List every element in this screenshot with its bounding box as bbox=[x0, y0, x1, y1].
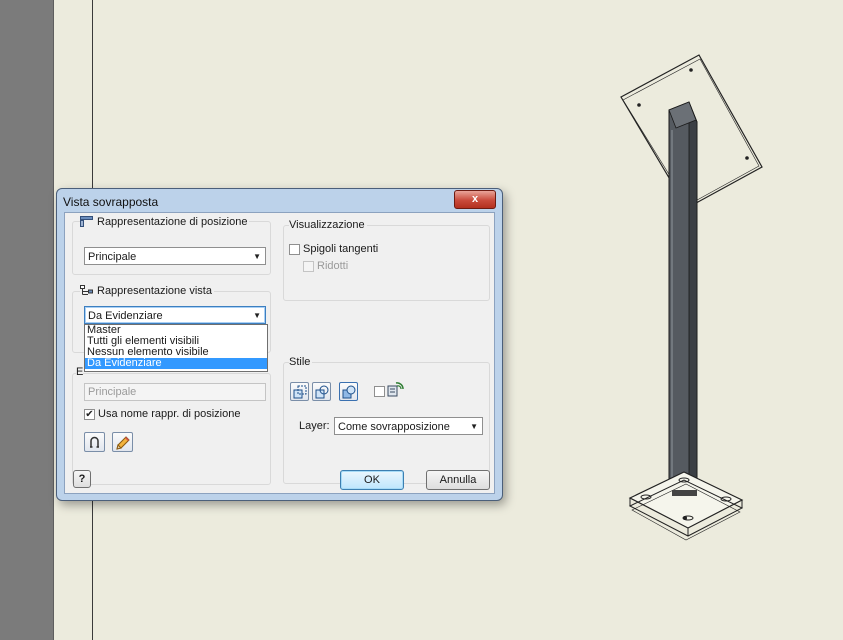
dialog-titlebar[interactable]: Vista sovrapposta x bbox=[57, 189, 502, 213]
style-hidden-removed-button[interactable] bbox=[312, 382, 331, 401]
tangent-edges-label: Spigoli tangenti bbox=[303, 243, 379, 255]
chevron-down-icon: ▼ bbox=[253, 311, 261, 320]
hidden-lines-icon bbox=[293, 385, 307, 399]
overlay-view-dialog: Vista sovrapposta x Rappresentazione di … bbox=[56, 188, 503, 501]
display-group bbox=[283, 225, 490, 301]
shaded-icon bbox=[342, 385, 356, 399]
position-rep-select[interactable]: Principale ▼ bbox=[84, 247, 266, 265]
view-rep-label: Rappresentazione vista bbox=[80, 285, 214, 297]
layer-select[interactable]: Come sovrapposizione ▼ bbox=[334, 417, 483, 435]
use-name-label: Usa nome rappr. di posizione bbox=[98, 408, 241, 420]
style-group-label: Stile bbox=[289, 356, 313, 368]
help-button[interactable]: ? bbox=[73, 470, 91, 488]
layer-value: Come sovrapposizione bbox=[338, 421, 450, 433]
left-panel-strip bbox=[0, 0, 54, 640]
view-rep-value: Da Evidenziare bbox=[88, 310, 163, 322]
position-rep-text: Rappresentazione di posizione bbox=[97, 216, 248, 228]
pole-model-view bbox=[620, 54, 763, 541]
view-rep-select[interactable]: Da Evidenziare ▼ bbox=[84, 306, 266, 324]
help-icon: ? bbox=[78, 473, 86, 485]
horseshoe-icon bbox=[90, 436, 99, 448]
position-rep-value: Principale bbox=[88, 251, 137, 263]
style-from-base-checkbox[interactable] bbox=[374, 386, 385, 397]
dialog-body: Rappresentazione di posizione Principale… bbox=[64, 212, 495, 494]
chevron-down-icon: ▼ bbox=[470, 422, 478, 431]
cancel-button[interactable]: Annulla bbox=[426, 470, 490, 490]
style-hidden-lines-button[interactable] bbox=[290, 382, 309, 401]
pencil-icon bbox=[116, 436, 130, 450]
hidden-removed-icon bbox=[315, 385, 329, 399]
label-group-text: E bbox=[76, 366, 84, 378]
reduced-checkbox[interactable] bbox=[303, 261, 314, 272]
tangent-edges-checkbox[interactable] bbox=[289, 244, 300, 255]
reduced-label: Ridotti bbox=[317, 260, 349, 272]
label-style-button[interactable] bbox=[84, 432, 105, 452]
display-group-label: Visualizzazione bbox=[289, 219, 367, 231]
style-from-base-icon bbox=[387, 380, 405, 398]
ok-button[interactable]: OK bbox=[340, 470, 404, 490]
close-button[interactable]: x bbox=[454, 190, 496, 209]
use-name-checkbox[interactable]: ✔ bbox=[84, 409, 95, 420]
rep-name-field[interactable]: Principale bbox=[84, 383, 266, 401]
style-shaded-button[interactable] bbox=[339, 382, 358, 401]
chevron-down-icon: ▼ bbox=[253, 252, 261, 261]
view-rep-dropdown-list: Master Tutti gli elementi visibili Nessu… bbox=[84, 324, 268, 372]
dialog-title: Vista sovrapposta bbox=[63, 195, 159, 209]
dropdown-option-selected[interactable]: Da Evidenziare bbox=[85, 358, 267, 369]
position-rep-label: Rappresentazione di posizione bbox=[80, 216, 250, 228]
view-rep-icon bbox=[80, 285, 93, 296]
edit-label-button[interactable] bbox=[112, 432, 133, 452]
view-rep-text: Rappresentazione vista bbox=[97, 285, 212, 297]
position-rep-icon bbox=[80, 216, 93, 227]
layer-label: Layer: bbox=[299, 420, 330, 432]
